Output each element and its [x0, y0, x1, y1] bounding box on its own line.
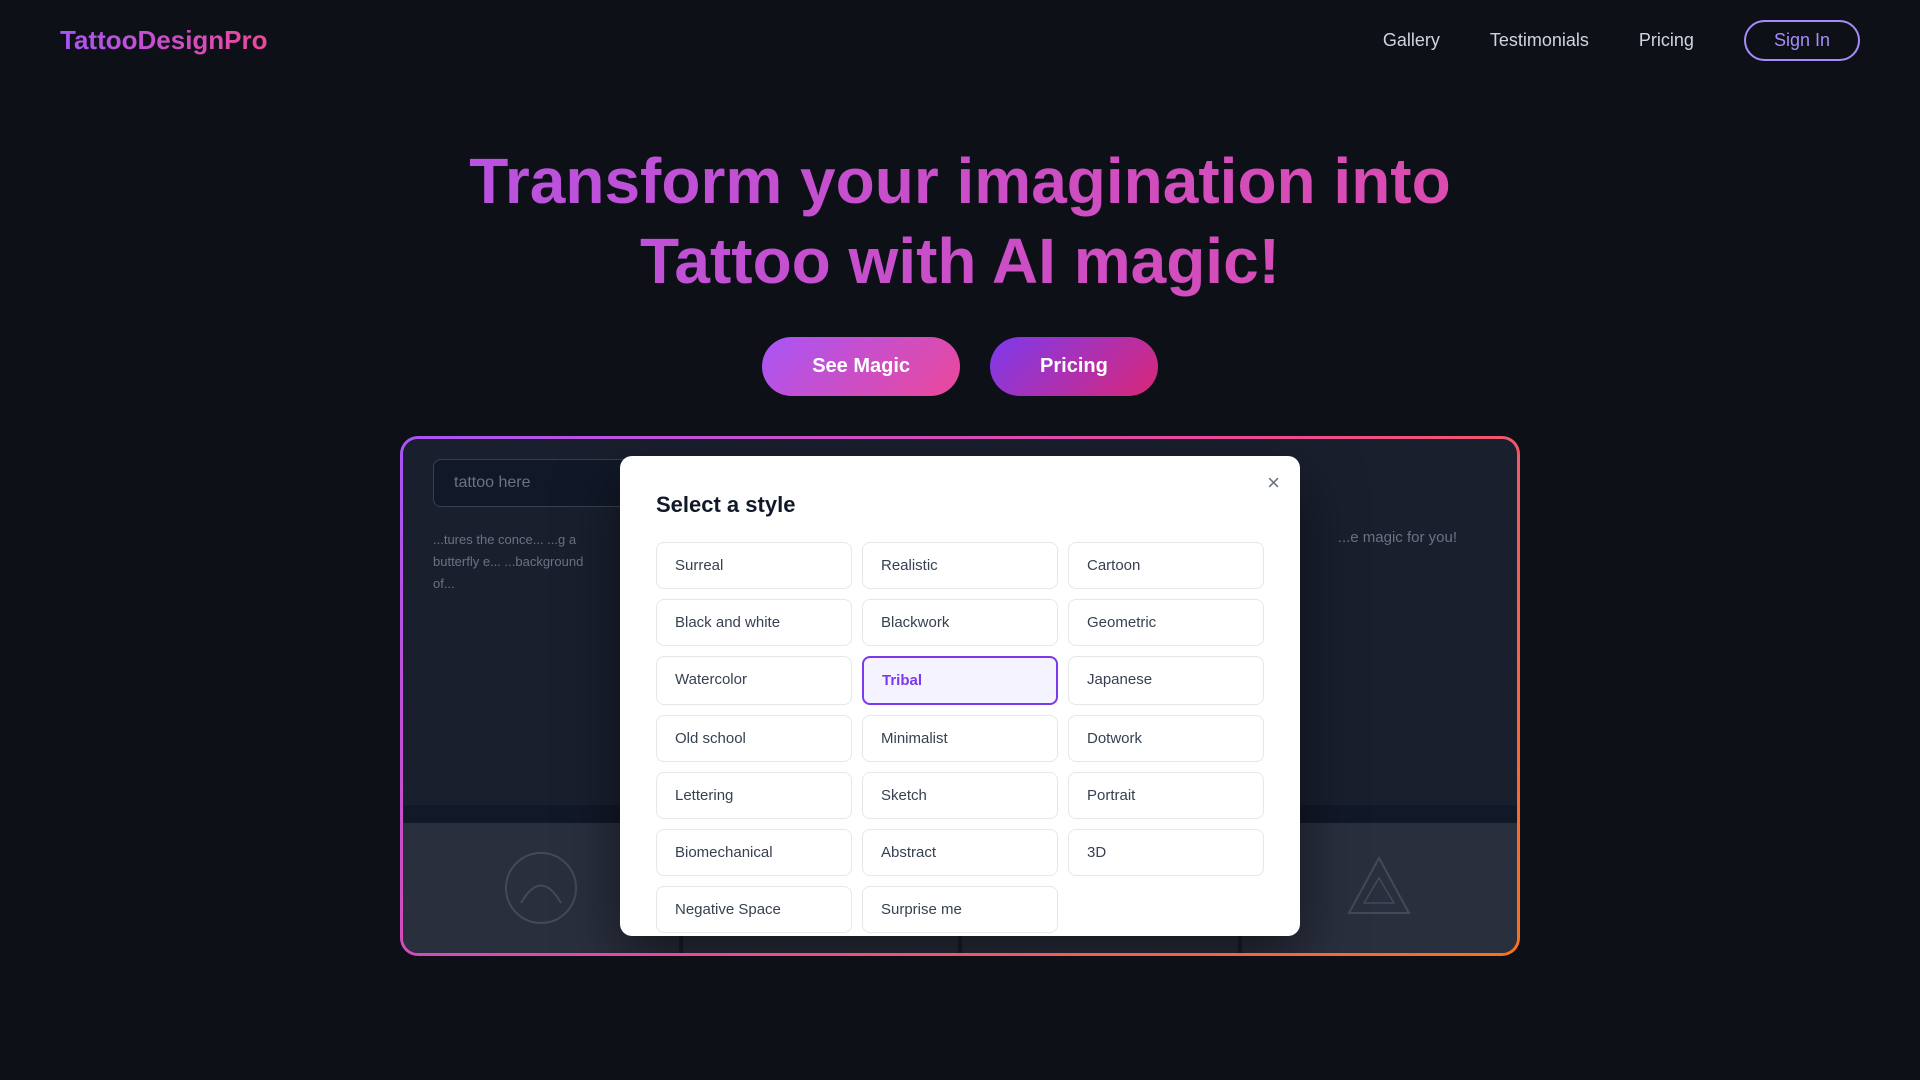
style-option-tribal[interactable]: Tribal [862, 656, 1058, 705]
style-option-watercolor[interactable]: Watercolor [656, 656, 852, 705]
hero-buttons: See Magic Pricing [0, 337, 1920, 396]
style-option-minimalist[interactable]: Minimalist [862, 715, 1058, 762]
app-preview: tattoo here ...tures the conce... ...g a… [400, 436, 1520, 956]
style-option-cartoon[interactable]: Cartoon [1068, 542, 1264, 589]
style-option-black-and-white[interactable]: Black and white [656, 599, 852, 646]
navbar: TattooDesignPro Gallery Testimonials Pri… [0, 0, 1920, 81]
style-option-abstract[interactable]: Abstract [862, 829, 1058, 876]
modal-overlay: Select a style × SurrealRealisticCartoon… [403, 439, 1517, 953]
gallery-link[interactable]: Gallery [1383, 30, 1440, 51]
pricing-link[interactable]: Pricing [1639, 30, 1694, 51]
modal-title: Select a style [656, 492, 1264, 518]
nav-links: Gallery Testimonials Pricing Sign In [1383, 20, 1860, 61]
style-option-surreal[interactable]: Surreal [656, 542, 852, 589]
style-option-lettering[interactable]: Lettering [656, 772, 852, 819]
style-option-old-school[interactable]: Old school [656, 715, 852, 762]
style-option-geometric[interactable]: Geometric [1068, 599, 1264, 646]
see-magic-button[interactable]: See Magic [762, 337, 960, 396]
style-select-modal: Select a style × SurrealRealisticCartoon… [620, 456, 1300, 936]
style-option-3d[interactable]: 3D [1068, 829, 1264, 876]
style-option-negative-space[interactable]: Negative Space [656, 886, 852, 933]
style-option-sketch[interactable]: Sketch [862, 772, 1058, 819]
modal-close-button[interactable]: × [1267, 472, 1280, 494]
testimonials-link[interactable]: Testimonials [1490, 30, 1589, 51]
pricing-button[interactable]: Pricing [990, 337, 1158, 396]
style-option-blackwork[interactable]: Blackwork [862, 599, 1058, 646]
style-option-realistic[interactable]: Realistic [862, 542, 1058, 589]
style-option-dotwork[interactable]: Dotwork [1068, 715, 1264, 762]
style-option-portrait[interactable]: Portrait [1068, 772, 1264, 819]
style-grid: SurrealRealisticCartoon Black and whiteBl… [656, 542, 1264, 933]
hero-section: Transform your imagination into Tattoo w… [0, 81, 1920, 436]
style-option-biomechanical[interactable]: Biomechanical [656, 829, 852, 876]
style-option-surprise-me[interactable]: Surprise me [862, 886, 1058, 933]
style-option-japanese[interactable]: Japanese [1068, 656, 1264, 705]
logo: TattooDesignPro [60, 25, 268, 56]
signin-button[interactable]: Sign In [1744, 20, 1860, 61]
hero-title: Transform your imagination into Tattoo w… [0, 141, 1920, 301]
